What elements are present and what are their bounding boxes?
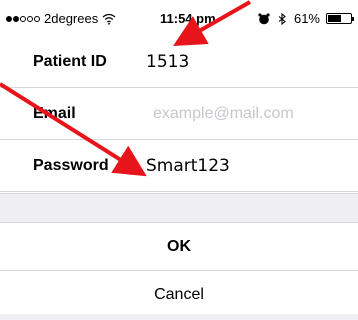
bottom-separator [0,314,358,320]
status-bar: 2degrees 11:54 pm 61% [0,0,358,36]
patient-id-row[interactable]: Patient ID 1513 [0,36,358,88]
email-row[interactable]: Email example@mail.com [0,88,358,140]
patient-id-label: Patient ID [33,53,107,70]
battery-icon [326,13,354,24]
status-time: 11:54 pm [160,11,216,26]
email-label: Email [33,105,76,122]
section-separator [0,193,358,223]
login-form: Patient ID 1513 Email example@mail.com P… [0,36,358,192]
signal-strength-icon [6,15,40,22]
alarm-clock-icon [258,12,270,24]
carrier-name: 2degrees [44,11,99,26]
patient-id-input[interactable]: 1513 [146,52,189,72]
wifi-icon [102,13,116,25]
bluetooth-icon [278,12,286,25]
password-row[interactable]: Password Smart123 [0,140,358,192]
password-label: Password [33,157,109,174]
password-input[interactable]: Smart123 [146,156,230,176]
cancel-button[interactable]: Cancel [0,271,358,319]
ok-button[interactable]: OK [0,223,358,271]
battery-percent: 61% [293,11,320,26]
email-input[interactable]: example@mail.com [153,105,294,123]
